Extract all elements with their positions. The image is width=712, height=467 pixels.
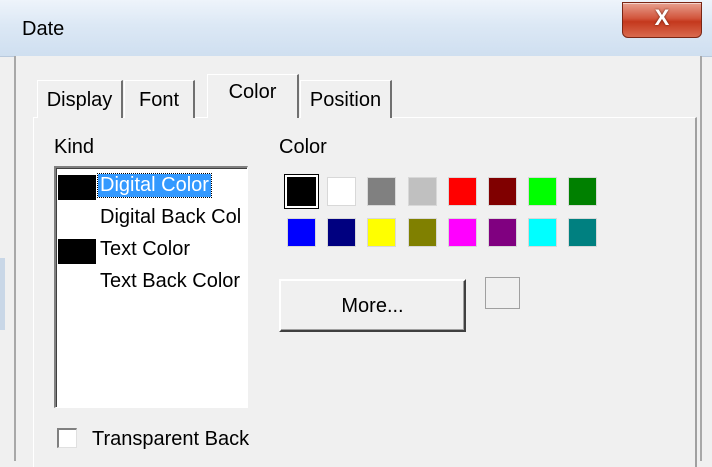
color-preview xyxy=(485,277,520,309)
color-swatch[interactable] xyxy=(367,218,397,247)
color-label: Color xyxy=(279,136,327,158)
color-swatch[interactable] xyxy=(488,177,517,206)
window-edge xyxy=(0,258,5,330)
tab-color[interactable]: Color xyxy=(207,74,299,118)
list-item[interactable]: Text Back Color xyxy=(56,268,247,298)
close-icon: X xyxy=(654,5,670,30)
color-swatch[interactable] xyxy=(568,177,598,206)
tab-position[interactable]: Position xyxy=(300,80,392,118)
color-swatch[interactable] xyxy=(287,218,316,247)
tab-font-label: Font xyxy=(138,89,180,111)
kind-swatch xyxy=(58,207,96,232)
close-button[interactable]: X xyxy=(622,2,702,38)
tab-display-label: Display xyxy=(46,89,113,111)
kind-swatch xyxy=(58,175,96,200)
list-item-label: Text Color xyxy=(100,238,191,260)
color-swatch[interactable] xyxy=(488,218,517,247)
kind-swatch xyxy=(58,271,96,296)
color-swatch[interactable] xyxy=(285,175,318,208)
color-swatch[interactable] xyxy=(528,218,558,247)
color-swatch[interactable] xyxy=(327,218,357,247)
color-swatch[interactable] xyxy=(447,218,477,247)
more-colors-button[interactable]: More... xyxy=(279,279,466,332)
color-swatch[interactable] xyxy=(407,177,437,206)
color-swatch[interactable] xyxy=(407,218,437,247)
list-item-label: Digital Color xyxy=(97,173,212,198)
color-swatch[interactable] xyxy=(568,218,598,247)
transparent-back-label: Transparent Back xyxy=(92,428,250,450)
tab-font[interactable]: Font xyxy=(124,80,195,118)
kind-label: Kind xyxy=(54,136,95,158)
title-bar: Date X xyxy=(0,0,712,57)
color-swatch[interactable] xyxy=(528,177,558,206)
color-swatch[interactable] xyxy=(367,177,397,206)
more-colors-label: More... xyxy=(341,295,404,317)
color-swatch[interactable] xyxy=(447,177,477,206)
kind-listbox[interactable]: Digital Color Digital Back Col Text Colo… xyxy=(54,166,248,408)
tab-position-label: Position xyxy=(309,89,382,111)
list-item[interactable]: Digital Back Col xyxy=(56,204,247,234)
transparent-back-checkbox[interactable] xyxy=(57,428,77,448)
tab-display[interactable]: Display xyxy=(37,80,123,118)
list-item-label: Text Back Color xyxy=(100,270,241,292)
color-swatch[interactable] xyxy=(327,177,357,206)
tab-color-label: Color xyxy=(228,81,277,103)
list-item[interactable]: Text Color xyxy=(56,236,247,266)
window-title: Date xyxy=(22,18,65,40)
kind-swatch xyxy=(58,239,96,264)
list-item[interactable]: Digital Color xyxy=(56,172,247,202)
list-item-label: Digital Back Col xyxy=(100,206,242,228)
